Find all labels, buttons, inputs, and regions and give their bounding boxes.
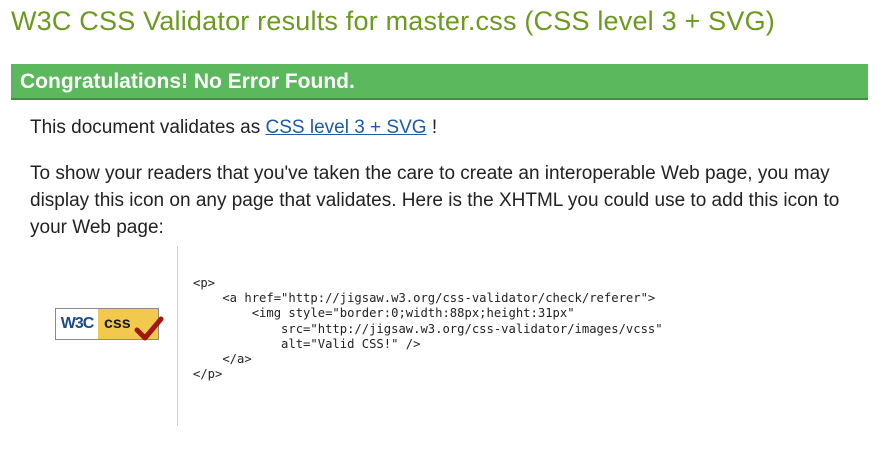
validation-statement: This document validates as CSS level 3 +… — [30, 117, 437, 139]
checkmark-icon — [134, 316, 164, 341]
badge-area: W3C css — [55, 308, 164, 344]
w3c-logo: W3C — [60, 315, 95, 332]
code-line: <img style="border:0;width:88px;height:3… — [193, 306, 575, 321]
css-label-panel: css — [98, 309, 164, 341]
code-line: <a href="http://jigsaw.w3.org/css-valida… — [193, 291, 656, 306]
page-title: W3C CSS Validator results for master.css… — [11, 6, 775, 36]
valid-css-badge-icon[interactable]: W3C css — [55, 308, 164, 341]
code-line: </p> — [193, 367, 223, 382]
validation-prefix: This document validates as — [30, 117, 261, 138]
code-line: src="http://jigsaw.w3.org/css-validator/… — [193, 321, 663, 336]
badge-explanation: To show your readers that you've taken t… — [30, 163, 840, 238]
code-divider — [177, 246, 178, 426]
css-badge-label: css — [104, 315, 131, 332]
code-line: <p> — [193, 276, 216, 290]
badge-code-snippet: <p> <a href="http://jigsaw.w3.org/css-va… — [193, 276, 663, 382]
success-message: Congratulations! No Error Found. — [20, 70, 355, 93]
code-line: alt="Valid CSS!" /> — [193, 336, 421, 351]
validation-suffix: ! — [426, 117, 438, 138]
success-banner: Congratulations! No Error Found. — [11, 64, 868, 100]
code-line: </a> — [193, 352, 252, 367]
css-level-link[interactable]: CSS level 3 + SVG — [266, 117, 427, 138]
